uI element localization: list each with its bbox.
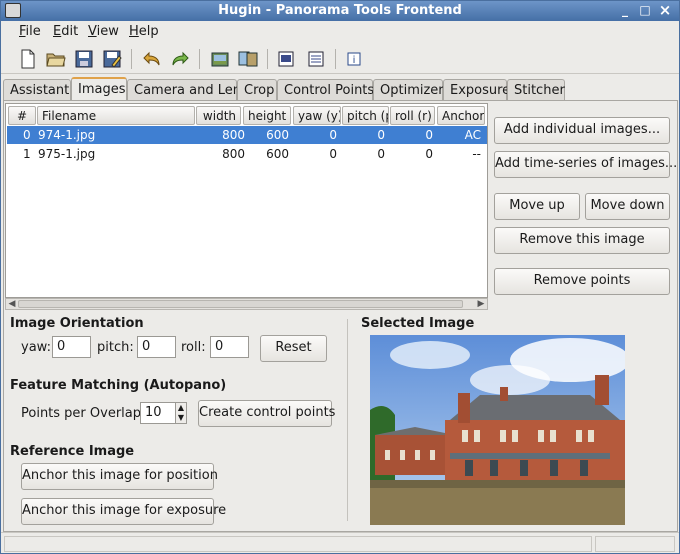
image-orientation-heading: Image Orientation [10,316,144,331]
column-header-width[interactable]: width [196,106,241,125]
horizontal-scrollbar[interactable]: ◀ ▶ [5,298,488,310]
menu-view[interactable]: View [88,24,119,39]
save-icon[interactable] [71,47,97,71]
selected-image-heading: Selected Image [361,316,475,331]
svg-text:i: i [353,55,356,66]
tab-images[interactable]: Images [71,77,127,102]
table-row[interactable]: 1 975-1.jpg 800 600 0 0 0 -- [7,145,487,163]
anchor-exposure-button[interactable]: Anchor this image for exposure [21,498,226,525]
open-icon[interactable] [43,47,69,71]
cell-roll: 0 [425,147,433,161]
cell-index: 1 [23,147,31,161]
menu-help[interactable]: Help [129,24,159,39]
cell-width: 800 [222,128,245,142]
points-per-overlap-stepper[interactable]: ▲ ▼ [175,402,187,424]
tab-stitcher[interactable]: Stitcher [507,79,565,101]
tab-optimizer[interactable]: Optimizer [373,79,444,101]
points-per-overlap-input[interactable]: 10 [140,402,176,424]
tab-exposure[interactable]: Exposure [443,79,510,101]
status-segment [4,536,592,552]
selected-image-preview [370,335,625,525]
menu-file[interactable]: File [19,24,41,39]
window-title: Hugin - Panorama Tools Frontend [218,3,462,18]
images-list[interactable]: # Filename width height yaw (y) pitch (p… [5,103,488,298]
tab-assistant[interactable]: Assistant [3,79,71,101]
main-window: Hugin - Panorama Tools Frontend _ □ × Fi… [0,0,680,554]
cell-roll: 0 [425,128,433,142]
scrollbar-thumb[interactable] [18,300,463,308]
save-as-icon[interactable] [99,47,125,71]
cell-yaw: 0 [329,147,337,161]
anchor-position-button[interactable]: Anchor this image for position [21,463,218,490]
cell-anchor: -- [472,147,481,161]
redo-icon[interactable] [167,47,193,71]
tab-crop[interactable]: Crop [237,79,277,101]
yaw-label: yaw: [21,340,51,355]
fast-preview-icon[interactable] [303,47,329,71]
column-header-index[interactable]: # [8,106,36,125]
cell-filename: 974-1.jpg [38,128,96,142]
minimize-button[interactable]: _ [616,3,634,19]
pitch-label: pitch: [97,340,134,355]
column-header-anchor[interactable]: Anchor [437,106,485,125]
column-header-roll[interactable]: roll (r) [390,106,435,125]
cell-height: 600 [266,128,289,142]
reset-button[interactable]: Reset [260,335,327,362]
cell-index: 0 [23,128,31,142]
toolbar-separator [267,49,268,69]
reference-image-heading: Reference Image [10,444,135,459]
panel-divider [347,319,348,521]
tab-control-points[interactable]: Control Points [277,79,374,101]
move-down-button[interactable]: Move down [585,193,670,220]
undo-icon[interactable] [139,47,165,71]
add-time-series-button[interactable]: Add time-series of images... [494,151,677,178]
table-row[interactable]: 0 974-1.jpg 800 600 0 0 0 AC [7,126,487,144]
cell-anchor: AC [464,128,481,142]
roll-input[interactable]: 0 [210,336,249,358]
add-individual-images-button[interactable]: Add individual images... [494,117,670,144]
column-header-filename[interactable]: Filename [37,106,195,125]
cell-width: 800 [222,147,245,161]
close-button[interactable]: × [656,3,674,19]
create-control-points-button[interactable]: Create control points [198,400,335,427]
tab-camera-and-lens[interactable]: Camera and Lens [127,79,248,101]
cell-pitch: 0 [377,128,385,142]
status-bar [1,532,679,554]
scroll-left-icon[interactable]: ◀ [6,299,18,309]
yaw-input[interactable]: 0 [52,336,91,358]
control-points-icon[interactable] [235,47,261,71]
maximize-button[interactable]: □ [636,3,654,19]
toolbar: i [1,44,679,74]
title-bar[interactable]: Hugin - Panorama Tools Frontend _ □ × [1,1,679,21]
menu-bar: File Edit View Help [1,22,679,42]
points-per-overlap-label: Points per Overlap: [21,406,146,421]
toolbar-separator [335,49,336,69]
images-icon[interactable] [207,47,233,71]
scroll-right-icon[interactable]: ▶ [475,299,487,309]
roll-label: roll: [181,340,206,355]
cell-yaw: 0 [329,128,337,142]
column-header-pitch[interactable]: pitch (p [342,106,389,125]
pitch-input[interactable]: 0 [137,336,176,358]
status-segment [595,536,675,552]
cell-height: 600 [266,147,289,161]
toolbar-separator [199,49,200,69]
remove-image-button[interactable]: Remove this image [494,227,670,254]
info-icon[interactable]: i [341,47,367,71]
move-up-button[interactable]: Move up [494,193,580,220]
cell-filename: 975-1.jpg [38,147,96,161]
cell-pitch: 0 [377,147,385,161]
toolbar-separator [131,49,132,69]
new-icon[interactable] [15,47,41,71]
menu-edit[interactable]: Edit [53,24,78,39]
preview-icon[interactable] [273,47,299,71]
column-header-yaw[interactable]: yaw (y) [293,106,341,125]
feature-matching-heading: Feature Matching (Autopano) [10,378,227,393]
column-header-height[interactable]: height [243,106,291,125]
remove-points-button[interactable]: Remove points [494,268,670,295]
